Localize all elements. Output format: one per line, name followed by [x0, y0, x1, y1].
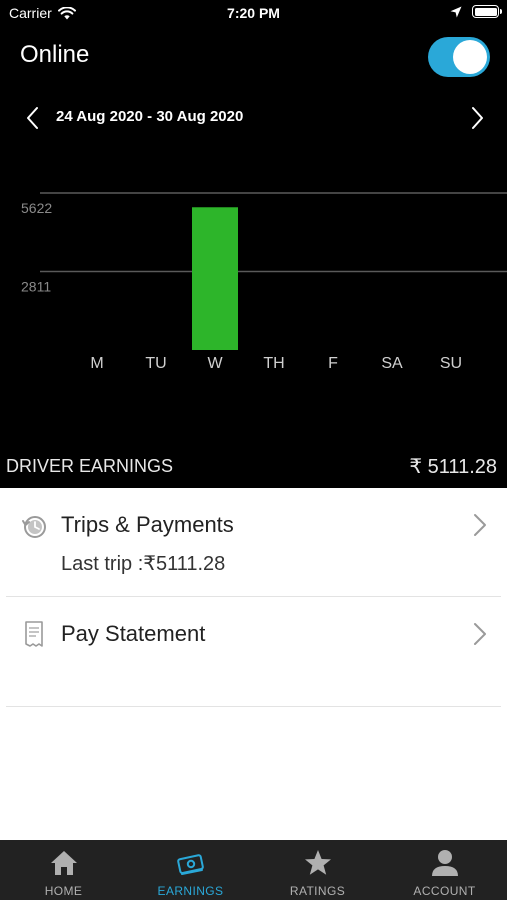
chevron-right-icon — [474, 623, 486, 645]
tab-account[interactable]: ACCOUNT — [381, 840, 507, 900]
star-icon — [304, 850, 331, 875]
driver-earnings-value: ₹ 5111.28 — [409, 456, 497, 478]
status-indicators — [450, 5, 502, 18]
chevron-right-icon[interactable] — [466, 105, 488, 131]
battery-icon — [472, 5, 502, 18]
earnings-options-panel: Trips & Payments Last trip :₹5111.28 Pay… — [0, 488, 507, 840]
bar-w[interactable] — [192, 207, 238, 350]
tab-home-label: HOME — [44, 884, 83, 898]
week-navigator: 24 Aug 2020 - 30 Aug 2020 — [0, 100, 507, 134]
driver-earnings-label: DRIVER EARNINGS — [6, 456, 174, 476]
x-tick-label-th: TH — [263, 355, 284, 372]
toggle-knob — [453, 40, 487, 74]
x-tick-label-w: W — [207, 355, 223, 372]
trips-payments-row[interactable]: Trips & Payments Last trip :₹5111.28 — [6, 488, 501, 597]
location-arrow-icon — [450, 6, 462, 17]
y-tick-label: 2811 — [21, 279, 51, 295]
money-icon — [176, 854, 204, 875]
online-toggle[interactable] — [428, 37, 490, 77]
online-status-title: Online — [20, 41, 90, 68]
chevron-right-icon — [474, 514, 486, 536]
driver-earnings-summary: DRIVER EARNINGS ₹ 5111.28 — [0, 448, 507, 488]
chevron-left-icon[interactable] — [22, 105, 44, 131]
week-range-label: 24 Aug 2020 - 30 Aug 2020 — [56, 108, 244, 125]
status-time: 7:20 PM — [227, 5, 280, 21]
pay-statement-title: Pay Statement — [61, 621, 206, 646]
x-tick-label-sa: SA — [381, 355, 403, 372]
last-trip-amount: Last trip :₹5111.28 — [61, 553, 226, 575]
history-clock-icon — [22, 516, 46, 538]
bottom-tab-bar: HOME EARNINGS RATINGS ACCOUNT — [0, 840, 507, 900]
x-tick-label-tu: TU — [145, 355, 166, 372]
tab-home[interactable]: HOME — [0, 840, 127, 900]
status-bar: Carrier 7:20 PM — [0, 0, 507, 30]
receipt-icon — [25, 621, 43, 647]
user-icon — [431, 850, 458, 876]
x-tick-label-f: F — [328, 355, 338, 372]
pay-statement-row[interactable]: Pay Statement — [6, 597, 501, 707]
tab-ratings-label: RATINGS — [289, 884, 346, 898]
y-tick-label: 5622 — [21, 200, 52, 216]
tab-account-label: ACCOUNT — [413, 884, 476, 898]
tab-ratings[interactable]: RATINGS — [254, 840, 381, 900]
weekly-earnings-chart: 2811 5622 M TU W TH F SA SU — [21, 192, 507, 372]
x-tick-label-m: M — [90, 355, 103, 372]
home-icon — [50, 851, 77, 875]
x-tick-label-su: SU — [440, 355, 462, 372]
trips-payments-title: Trips & Payments — [61, 512, 234, 537]
tab-earnings[interactable]: EARNINGS — [127, 840, 254, 900]
tab-earnings-label: EARNINGS — [157, 884, 224, 898]
